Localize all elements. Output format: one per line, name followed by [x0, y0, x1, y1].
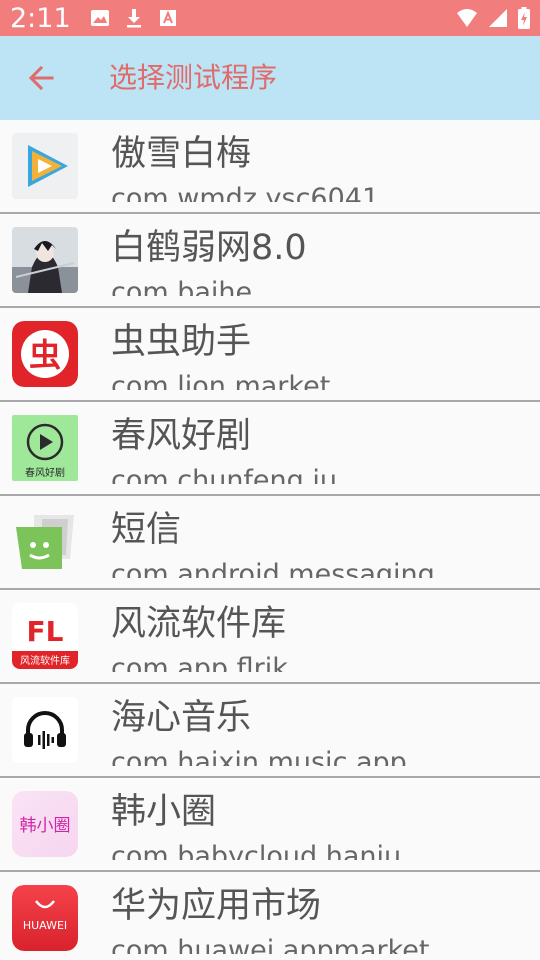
app-bar: 选择测试程序	[0, 36, 540, 120]
app-list-item[interactable]: 韩小圈 韩小圈 com.babycloud.hanju	[0, 778, 540, 872]
app-list-item[interactable]: 短信 com.android.messaging	[0, 496, 540, 590]
video-play-icon	[12, 133, 78, 199]
status-time: 2:11	[10, 3, 71, 34]
image-icon	[91, 10, 109, 26]
app-package: com.haixin.music.app	[111, 747, 407, 766]
app-package: com.android.messaging	[111, 559, 435, 578]
app-list-item[interactable]: 白鹤弱网8.0 com.baihe	[0, 214, 540, 308]
app-list-item[interactable]: 傲雪白梅 com.wmdz.ysc6041	[0, 120, 540, 214]
app-package: com.wmdz.ysc6041	[111, 183, 380, 202]
messaging-icon	[12, 509, 78, 575]
app-name: 华为应用市场	[111, 886, 322, 926]
play-circle-icon: 春风好剧	[12, 415, 78, 481]
svg-text:HUAWEI: HUAWEI	[23, 919, 67, 932]
svg-text:风流软件库: 风流软件库	[20, 654, 70, 667]
chongchong-logo-icon: 虫	[12, 321, 78, 387]
page-title: 选择测试程序	[109, 61, 278, 94]
huawei-bag-icon: HUAWEI	[12, 885, 78, 951]
app-list-item[interactable]: HUAWEI 华为应用市场 com.huawei.appmarket	[0, 872, 540, 960]
app-name: 虫虫助手	[111, 322, 252, 362]
app-name: 短信	[111, 510, 182, 550]
app-package: com.baihe	[111, 277, 253, 296]
app-name: 韩小圈	[111, 792, 217, 832]
app-name: 春风好剧	[111, 416, 252, 456]
app-list-item[interactable]: FL 风流软件库 风流软件库 com.app.flrjk	[0, 590, 540, 684]
hanxiaoquan-icon: 韩小圈	[12, 791, 78, 857]
app-list: 傲雪白梅 com.wmdz.ysc6041 白鹤弱网8.0 com.baihe …	[0, 120, 540, 960]
anime-character-icon	[12, 227, 78, 293]
app-package: com.chunfeng.ju	[111, 465, 337, 484]
svg-text:春风好剧: 春风好剧	[25, 467, 65, 479]
svg-text:FL: FL	[27, 615, 64, 648]
battery-charging-icon	[518, 7, 530, 29]
arrow-left-icon[interactable]	[22, 58, 62, 98]
app-package: com.app.flrjk	[111, 653, 288, 672]
download-icon	[127, 9, 141, 28]
fl-logo-icon: FL 风流软件库	[12, 603, 78, 669]
font-a-icon	[160, 10, 176, 26]
status-bar: 2:11	[0, 0, 540, 36]
app-name: 傲雪白梅	[111, 134, 252, 174]
app-list-item[interactable]: 春风好剧 春风好剧 com.chunfeng.ju	[0, 402, 540, 496]
app-name: 白鹤弱网8.0	[111, 228, 307, 268]
app-list-item[interactable]: 虫 虫虫助手 com.lion.market	[0, 308, 540, 402]
status-notification-icons	[90, 8, 178, 28]
app-package: com.lion.market	[111, 371, 331, 390]
signal-icon	[489, 9, 507, 27]
app-package: com.huawei.appmarket	[111, 935, 430, 954]
app-package: com.babycloud.hanju	[111, 841, 402, 860]
headphones-icon	[12, 697, 78, 763]
status-system-icons	[456, 7, 530, 29]
wifi-icon	[457, 9, 477, 27]
app-list-item[interactable]: 海心音乐 com.haixin.music.app	[0, 684, 540, 778]
svg-text:虫: 虫	[29, 336, 61, 374]
app-name: 风流软件库	[111, 604, 287, 644]
svg-text:韩小圈: 韩小圈	[20, 816, 71, 836]
app-name: 海心音乐	[111, 698, 252, 738]
